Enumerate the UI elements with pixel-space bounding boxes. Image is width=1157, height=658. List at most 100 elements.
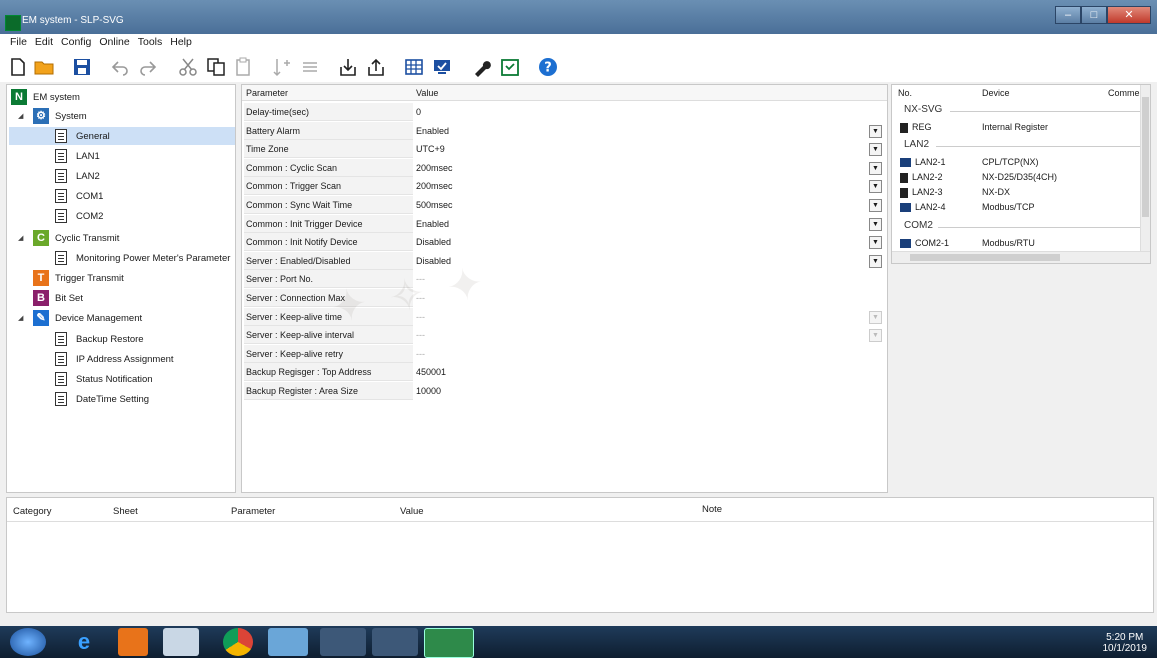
param-row[interactable]: Server : Keep-alive interval --- ▼ xyxy=(242,326,887,345)
minimize-button[interactable]: – xyxy=(1055,6,1081,24)
tree-item-backup-restore[interactable]: Backup Restore xyxy=(55,330,144,348)
param-row[interactable]: Common : Init Notify Device Disabled ▼ xyxy=(242,233,887,252)
menu-config[interactable]: Config xyxy=(57,34,95,52)
import-icon[interactable] xyxy=(338,57,358,77)
tree-item-lan2[interactable]: LAN2 xyxy=(55,167,100,185)
param-row[interactable]: Backup Register : Area Size 10000 xyxy=(242,382,887,401)
device-row[interactable]: LAN2-3 NX-DX xyxy=(900,185,1140,199)
menu-tools[interactable]: Tools xyxy=(134,34,167,52)
param-value[interactable]: 200msec xyxy=(414,177,888,195)
scrollbar-thumb[interactable] xyxy=(1142,97,1149,217)
param-value[interactable]: 0 xyxy=(414,103,888,121)
app-icon-1[interactable] xyxy=(320,628,366,656)
param-row[interactable]: Common : Cyclic Scan 200msec ▼ xyxy=(242,158,888,178)
param-value[interactable]: --- xyxy=(414,289,888,307)
param-row[interactable]: Server : Connection Max --- xyxy=(242,289,887,308)
param-value[interactable]: Disabled xyxy=(414,233,888,251)
tree-item-system[interactable]: ⚙ System xyxy=(33,107,87,125)
dropdown-arrow-icon[interactable]: ▼ xyxy=(869,254,882,268)
param-row[interactable]: Delay-time(sec) 0 xyxy=(242,103,887,122)
folder-icon[interactable] xyxy=(268,628,308,656)
param-row[interactable]: Server : Port No. --- xyxy=(242,270,887,289)
export-icon[interactable] xyxy=(366,57,386,77)
calendar-icon[interactable] xyxy=(500,57,520,77)
collapse-arrow-icon[interactable]: ◢ xyxy=(18,314,23,322)
media-player-icon[interactable] xyxy=(118,628,148,656)
param-value[interactable]: --- xyxy=(414,270,888,288)
start-button[interactable] xyxy=(10,628,46,656)
device-row[interactable]: COM2-1 Modbus/RTU xyxy=(900,236,1140,250)
tree-item-cyclic-transmit[interactable]: C Cyclic Transmit xyxy=(33,229,119,247)
move-row-icon[interactable] xyxy=(300,57,320,77)
undo-icon[interactable] xyxy=(110,57,130,77)
param-row[interactable]: Backup Regisger : Top Address 450001 xyxy=(242,363,887,382)
vertical-scrollbar[interactable] xyxy=(1140,85,1150,251)
param-row[interactable]: Common : Sync Wait Time 500msec ▼ xyxy=(242,196,887,215)
wrench-icon[interactable] xyxy=(472,57,492,77)
param-value[interactable]: 450001 xyxy=(414,363,888,381)
param-row[interactable]: Time Zone UTC+9 ▼ xyxy=(242,140,887,159)
table-grid-icon[interactable] xyxy=(404,57,424,77)
tree-item-bit-set[interactable]: B Bit Set xyxy=(33,289,83,307)
dropdown-arrow-icon[interactable]: ▼ xyxy=(869,310,882,324)
tree-item-com2[interactable]: COM2 xyxy=(55,207,103,225)
tree-item-datetime[interactable]: DateTime Setting xyxy=(55,390,149,408)
redo-icon[interactable] xyxy=(138,57,158,77)
cut-icon[interactable] xyxy=(178,57,198,77)
param-row[interactable]: Battery Alarm Enabled ▼ xyxy=(242,121,888,141)
clock-date[interactable]: 10/1/2019 xyxy=(1103,643,1148,654)
dropdown-arrow-icon[interactable]: ▼ xyxy=(869,124,882,138)
param-value[interactable]: --- xyxy=(414,326,888,344)
dropdown-arrow-icon[interactable]: ▼ xyxy=(869,329,882,343)
param-value[interactable]: 200msec xyxy=(414,159,888,177)
tree-item-monitoring[interactable]: Monitoring Power Meter's Parameter xyxy=(55,249,230,267)
help-icon[interactable]: ? xyxy=(538,57,558,77)
tree-item-com1[interactable]: COM1 xyxy=(55,187,103,205)
dropdown-arrow-icon[interactable]: ▼ xyxy=(869,143,882,157)
device-row[interactable]: LAN2-4 Modbus/TCP xyxy=(900,200,1140,214)
param-value[interactable]: --- xyxy=(414,308,888,326)
maximize-button[interactable]: □ xyxy=(1081,6,1107,24)
param-row[interactable]: Server : Keep-alive retry --- xyxy=(242,344,888,364)
param-value[interactable]: UTC+9 xyxy=(414,140,888,158)
tree-item-trigger-transmit[interactable]: T Trigger Transmit xyxy=(33,269,124,287)
app-icon-2[interactable] xyxy=(372,628,418,656)
tree-item-general[interactable]: General xyxy=(9,127,235,145)
close-button[interactable]: ✕ xyxy=(1107,6,1151,24)
param-row[interactable]: Common : Trigger Scan 200msec ▼ xyxy=(242,177,887,196)
device-row[interactable]: LAN2-1 CPL/TCP(NX) xyxy=(900,155,1140,169)
save-icon[interactable] xyxy=(72,57,92,77)
param-value[interactable]: --- xyxy=(414,345,888,363)
device-row[interactable]: LAN2-2 NX-D25/D35(4CH) xyxy=(900,170,1140,184)
param-row[interactable]: Server : Keep-alive time --- ▼ xyxy=(242,307,888,327)
scrollbar-thumb[interactable] xyxy=(910,254,1060,261)
chrome-icon[interactable] xyxy=(223,628,253,656)
param-value[interactable]: Enabled xyxy=(414,215,888,233)
param-value[interactable]: 10000 xyxy=(414,382,888,400)
dropdown-arrow-icon[interactable]: ▼ xyxy=(869,199,882,212)
param-value[interactable]: Enabled xyxy=(414,122,888,140)
collapse-arrow-icon[interactable]: ◢ xyxy=(18,112,23,120)
tree-item-status-notification[interactable]: Status Notification xyxy=(55,370,153,388)
param-value[interactable]: 500msec xyxy=(414,196,888,214)
new-file-icon[interactable] xyxy=(8,57,28,77)
ie-icon[interactable]: e xyxy=(64,628,104,656)
em-system-task-icon[interactable] xyxy=(424,628,474,658)
monitor-icon[interactable] xyxy=(432,57,452,77)
tree-item-lan1[interactable]: LAN1 xyxy=(55,147,100,165)
tree-item-root[interactable]: N EM system xyxy=(11,88,80,106)
dropdown-arrow-icon[interactable]: ▼ xyxy=(869,236,882,250)
param-value[interactable]: Disabled xyxy=(414,252,888,270)
explorer-icon[interactable] xyxy=(163,628,199,656)
tree-item-ip-address[interactable]: IP Address Assignment xyxy=(55,350,174,368)
menu-file[interactable]: File xyxy=(6,34,31,52)
device-row[interactable]: REG Internal Register xyxy=(900,120,1140,134)
dropdown-arrow-icon[interactable]: ▼ xyxy=(869,217,882,231)
param-row[interactable]: Server : Enabled/Disabled Disabled ▼ xyxy=(242,251,888,271)
collapse-arrow-icon[interactable]: ◢ xyxy=(18,234,23,242)
insert-row-icon[interactable] xyxy=(272,57,292,77)
paste-icon[interactable] xyxy=(234,57,254,77)
copy-icon[interactable] xyxy=(206,57,226,77)
horizontal-scrollbar[interactable] xyxy=(892,251,1150,263)
clock-time[interactable]: 5:20 PM xyxy=(1103,632,1148,643)
